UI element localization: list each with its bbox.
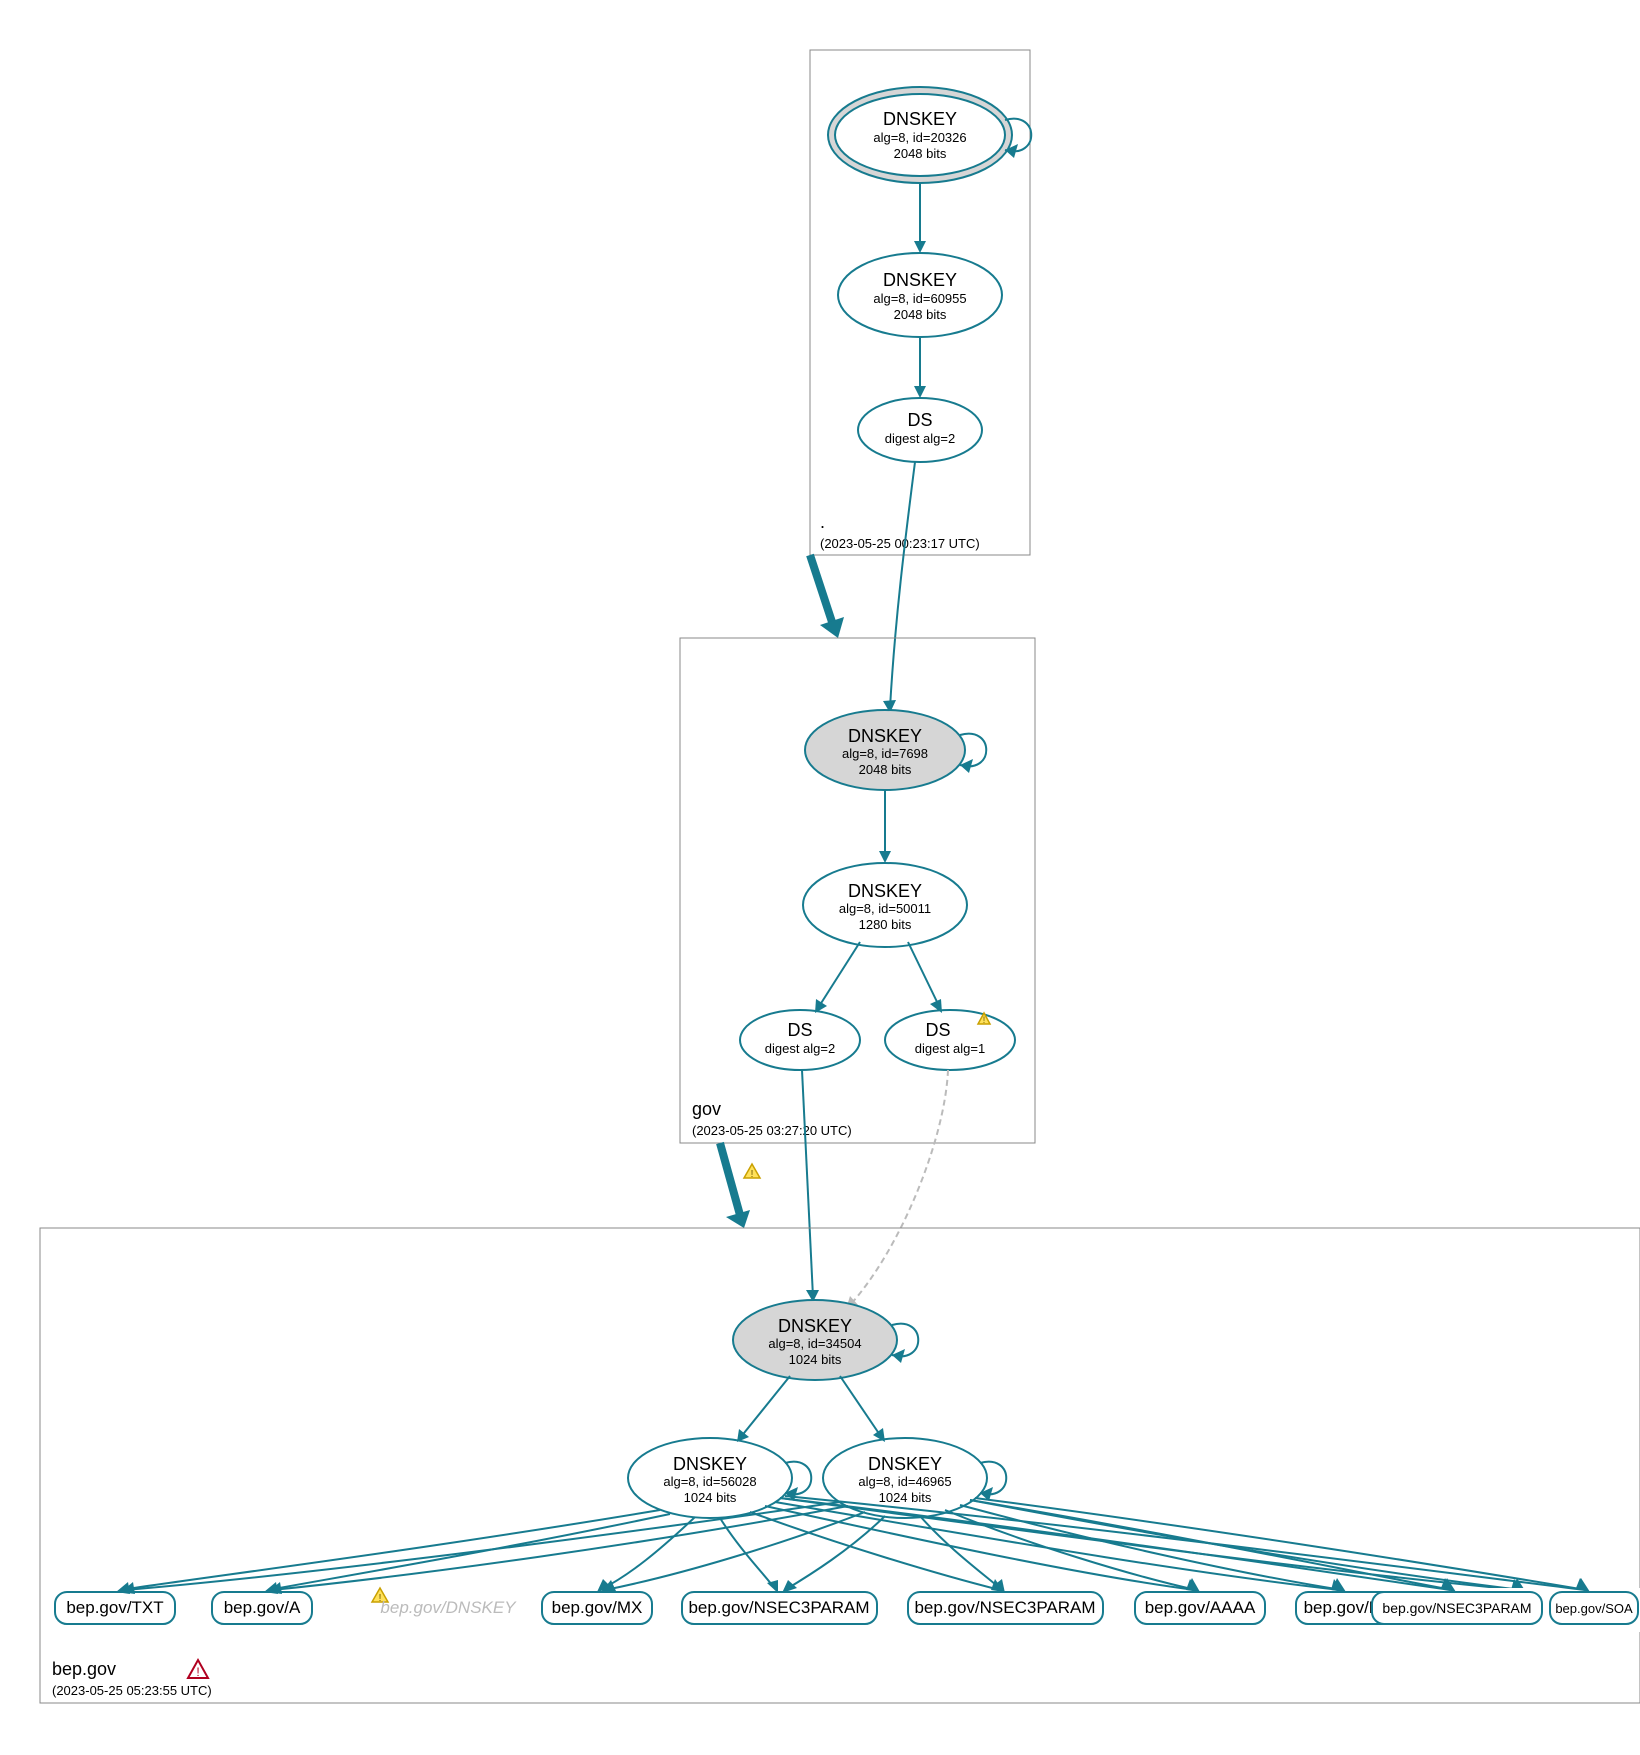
rr-txt: bep.gov/TXT bbox=[55, 1592, 175, 1624]
svg-text:1024 bits: 1024 bits bbox=[684, 1490, 737, 1505]
zone-bep-label: bep.gov bbox=[52, 1659, 116, 1679]
svg-text:bep.gov/NSEC3PARAM: bep.gov/NSEC3PARAM bbox=[1382, 1600, 1531, 1616]
node-bep-ksk: DNSKEY alg=8, id=34504 1024 bits bbox=[733, 1300, 897, 1380]
svg-text:1024 bits: 1024 bits bbox=[789, 1352, 842, 1367]
svg-text:alg=8, id=7698: alg=8, id=7698 bbox=[842, 746, 928, 761]
svg-text:DS: DS bbox=[787, 1020, 812, 1040]
svg-text:2048 bits: 2048 bits bbox=[894, 146, 947, 161]
svg-text:DNSKEY: DNSKEY bbox=[868, 1454, 942, 1474]
svg-text:DNSKEY: DNSKEY bbox=[848, 726, 922, 746]
zone-gov-label: gov bbox=[692, 1099, 721, 1119]
svg-text:alg=8, id=20326: alg=8, id=20326 bbox=[873, 130, 966, 145]
svg-text:bep.gov/NSEC3PARAM: bep.gov/NSEC3PARAM bbox=[688, 1598, 869, 1617]
error-icon: ! bbox=[188, 1660, 208, 1679]
node-gov-ds1: DS digest alg=2 bbox=[740, 1010, 860, 1070]
svg-text:bep.gov/SOA: bep.gov/SOA bbox=[1555, 1601, 1633, 1616]
svg-text:DNSKEY: DNSKEY bbox=[883, 109, 957, 129]
node-gov-ksk: DNSKEY alg=8, id=7698 2048 bits bbox=[805, 710, 965, 790]
svg-text:digest alg=1: digest alg=1 bbox=[915, 1041, 985, 1056]
svg-text:bep.gov/A: bep.gov/A bbox=[224, 1598, 301, 1617]
rr-a: bep.gov/A bbox=[212, 1592, 312, 1624]
svg-text:bep.gov/DNSKEY: bep.gov/DNSKEY bbox=[380, 1598, 517, 1617]
rr-soa-final: bep.gov/SOA bbox=[1550, 1592, 1638, 1624]
rr-mx: bep.gov/MX bbox=[542, 1592, 652, 1624]
svg-text:alg=8, id=50011: alg=8, id=50011 bbox=[839, 901, 931, 916]
svg-text:bep.gov/NSEC3PARAM: bep.gov/NSEC3PARAM bbox=[914, 1598, 1095, 1617]
svg-text:2048 bits: 2048 bits bbox=[859, 762, 912, 777]
node-gov-zsk: DNSKEY alg=8, id=50011 1280 bits bbox=[803, 863, 967, 947]
svg-text:1280 bits: 1280 bits bbox=[859, 917, 912, 932]
svg-text:!: ! bbox=[751, 1169, 754, 1180]
svg-text:!: ! bbox=[196, 1665, 199, 1679]
svg-text:DNSKEY: DNSKEY bbox=[848, 881, 922, 901]
svg-text:DNSKEY: DNSKEY bbox=[673, 1454, 747, 1474]
svg-text:DNSKEY: DNSKEY bbox=[883, 270, 957, 290]
svg-text:2048 bits: 2048 bits bbox=[894, 307, 947, 322]
rr-nsec3-a: bep.gov/NSEC3PARAM bbox=[682, 1592, 877, 1624]
rr-nsec3-b: bep.gov/NSEC3PARAM bbox=[908, 1592, 1103, 1624]
svg-text:alg=8, id=56028: alg=8, id=56028 bbox=[663, 1474, 756, 1489]
svg-text:digest alg=2: digest alg=2 bbox=[885, 431, 955, 446]
node-root-zsk: DNSKEY alg=8, id=60955 2048 bits bbox=[838, 253, 1002, 337]
svg-text:1024 bits: 1024 bits bbox=[879, 1490, 932, 1505]
svg-text:DNSKEY: DNSKEY bbox=[778, 1316, 852, 1336]
warning-icon: ! bbox=[744, 1164, 760, 1180]
svg-text:alg=8, id=60955: alg=8, id=60955 bbox=[873, 291, 966, 306]
svg-text:bep.gov/MX: bep.gov/MX bbox=[552, 1598, 643, 1617]
node-root-ds: DS digest alg=2 bbox=[858, 398, 982, 462]
zone-gov-time: (2023-05-25 03:27:20 UTC) bbox=[692, 1123, 852, 1138]
svg-text:DS: DS bbox=[925, 1020, 950, 1040]
rr-nsec3-c-final: bep.gov/NSEC3PARAM bbox=[1372, 1592, 1542, 1624]
dnssec-graph: . (2023-05-25 00:23:17 UTC) DNSKEY alg=8… bbox=[20, 20, 1640, 1735]
svg-text:!: ! bbox=[983, 1015, 986, 1025]
svg-text:bep.gov/TXT: bep.gov/TXT bbox=[66, 1598, 163, 1617]
svg-text:DS: DS bbox=[907, 410, 932, 430]
svg-text:digest alg=2: digest alg=2 bbox=[765, 1041, 835, 1056]
svg-text:bep.gov/AAAA: bep.gov/AAAA bbox=[1145, 1598, 1256, 1617]
node-root-ksk: DNSKEY alg=8, id=20326 2048 bits bbox=[828, 87, 1012, 183]
node-gov-ds2: DS digest alg=1 ! bbox=[885, 1010, 1015, 1070]
zone-bep-time: (2023-05-25 05:23:55 UTC) bbox=[52, 1683, 212, 1698]
rr-dnskey-warn: ! bep.gov/DNSKEY bbox=[372, 1588, 517, 1617]
svg-text:alg=8, id=46965: alg=8, id=46965 bbox=[858, 1474, 951, 1489]
zone-root-time: (2023-05-25 00:23:17 UTC) bbox=[820, 536, 980, 551]
zone-root-label: . bbox=[820, 512, 825, 532]
svg-text:alg=8, id=34504: alg=8, id=34504 bbox=[768, 1336, 861, 1351]
rr-aaaa: bep.gov/AAAA bbox=[1135, 1592, 1265, 1624]
